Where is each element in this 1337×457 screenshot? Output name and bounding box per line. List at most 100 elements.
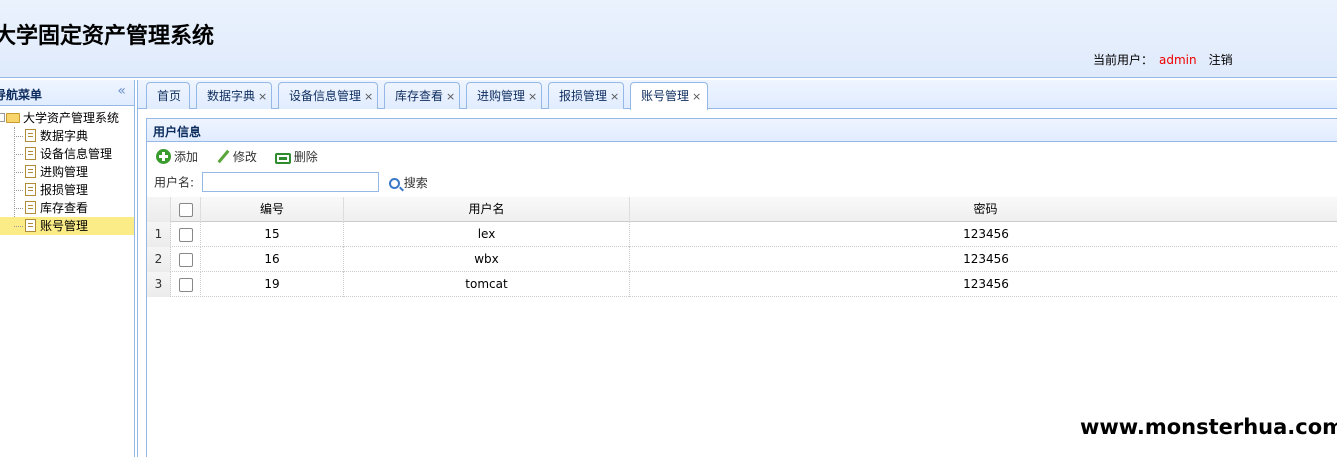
sidebar-title: 导航菜单 [0, 88, 43, 102]
document-icon [25, 183, 36, 196]
cell-id: 19 [201, 272, 344, 297]
cell-password: 123456 [963, 252, 1009, 266]
row-checkbox[interactable] [178, 277, 193, 292]
main-area: 首页 数据字典 × 设备信息管理 × 库存查看 × 进购管理 × 报损管理 × 账号管理 ×… [137, 80, 1337, 457]
row-select-cell [171, 272, 201, 297]
row-select-cell [171, 222, 201, 247]
logout-link[interactable]: 注销 [1209, 53, 1233, 67]
tab-label: 进购管理 [477, 89, 526, 103]
row-checkbox[interactable] [178, 227, 193, 242]
tab-accounts[interactable]: 账号管理 × [630, 82, 708, 110]
row-number-header [147, 197, 171, 222]
sidebar-item-damage[interactable]: 报损管理 [0, 181, 134, 199]
sidebar-item-inventory[interactable]: 库存查看 [0, 199, 134, 217]
panel-title: 用户信息 [153, 125, 202, 139]
column-header-id[interactable]: 编号 [201, 197, 344, 222]
column-header-username[interactable]: 用户名 [344, 197, 630, 222]
tab-label: 设备信息管理 [289, 89, 362, 103]
current-user-name: admin [1159, 53, 1197, 67]
tab-label: 库存查看 [395, 89, 444, 103]
close-icon[interactable]: × [446, 90, 455, 103]
sidebar-item-label: 设备信息管理 [40, 147, 113, 161]
close-icon[interactable]: × [364, 90, 373, 103]
username-search-label: 用户名: [154, 175, 195, 190]
search-bar: 用户名: 搜索 [154, 172, 428, 192]
search-button[interactable]: 搜索 [388, 175, 428, 190]
sidebar-item-label: 数据字典 [40, 129, 89, 143]
document-icon [25, 219, 36, 232]
tree-collapse-icon[interactable] [0, 113, 5, 122]
document-icon [25, 147, 36, 160]
tab-dictionary[interactable]: 数据字典 × [196, 82, 272, 109]
document-icon [25, 129, 36, 142]
sidebar-item-dictionary[interactable]: 数据字典 [0, 127, 134, 145]
document-icon [25, 165, 36, 178]
tab-label: 账号管理 [641, 89, 690, 103]
tab-inventory[interactable]: 库存查看 × [384, 82, 460, 109]
cell-id: 16 [201, 247, 344, 272]
sidebar-item-label: 报损管理 [40, 183, 89, 197]
tree-root-label: 大学资产管理系统 [23, 111, 120, 125]
pencil-icon [216, 150, 230, 164]
cell-username: tomcat [344, 272, 630, 297]
sidebar-item-equipment[interactable]: 设备信息管理 [0, 145, 134, 163]
sidebar-header: 导航菜单 « [0, 80, 134, 106]
panel-header: 用户信息 [146, 118, 1337, 142]
sidebar-item-label: 账号管理 [40, 219, 89, 233]
row-select-cell [171, 247, 201, 272]
toolbar: 添加 修改 删除 [156, 148, 332, 168]
username-search-input[interactable] [201, 172, 379, 192]
cell-password: 123456 [963, 227, 1009, 241]
user-table: 编号 用户名 密码 1 15 lex 123456 2 16 wbx 12345… [147, 197, 1337, 297]
app-header: 大学固定资产管理系统 当前用户： admin 注销 [0, 0, 1337, 78]
cell-password: 123456 [963, 277, 1009, 291]
sidebar-item-accounts[interactable]: 账号管理 [0, 217, 134, 235]
delete-icon [274, 153, 291, 164]
close-icon[interactable]: × [610, 90, 619, 103]
add-button[interactable]: 添加 [156, 148, 198, 165]
tab-label: 报损管理 [559, 89, 608, 103]
close-icon[interactable]: × [692, 90, 701, 103]
tree-root[interactable]: 大学资产管理系统 [0, 109, 134, 127]
row-checkbox[interactable] [178, 252, 193, 267]
row-number: 2 [147, 247, 171, 272]
user-bar: 当前用户： admin 注销 [1093, 51, 1233, 68]
table-header: 编号 用户名 密码 [147, 197, 1337, 222]
folder-icon [6, 113, 20, 123]
tab-label: 数据字典 [207, 89, 256, 103]
table-row[interactable]: 1 15 lex 123456 [147, 222, 1337, 247]
search-button-label: 搜索 [403, 175, 428, 190]
nav-tree: 大学资产管理系统 数据字典 设备信息管理 进购管理 报损管理 库存查看 账号管理 [0, 106, 134, 235]
app-title: 大学固定资产管理系统 [0, 24, 215, 49]
select-all-checkbox[interactable] [178, 202, 193, 217]
cell-id: 15 [201, 222, 344, 247]
add-icon [156, 149, 171, 164]
current-user-label: 当前用户： [1093, 53, 1154, 67]
cell-username: lex [344, 222, 630, 247]
sidebar-item-label: 进购管理 [40, 165, 89, 179]
watermark: www.monsterhua.com [1075, 404, 1337, 450]
select-all-cell [171, 197, 201, 222]
column-header-password[interactable]: 密码 [630, 197, 1337, 222]
tab-home[interactable]: 首页 [146, 82, 190, 109]
tab-damage[interactable]: 报损管理 × [548, 82, 624, 109]
row-number: 1 [147, 222, 171, 247]
tab-equipment[interactable]: 设备信息管理 × [278, 82, 378, 109]
close-icon[interactable]: × [528, 90, 537, 103]
row-number: 3 [147, 272, 171, 297]
add-button-label: 添加 [174, 150, 199, 164]
tab-bar: 首页 数据字典 × 设备信息管理 × 库存查看 × 进购管理 × 报损管理 × 账号管理 × [138, 80, 1337, 110]
tab-purchase[interactable]: 进购管理 × [466, 82, 542, 109]
table-row[interactable]: 2 16 wbx 123456 [147, 247, 1337, 272]
edit-button-label: 修改 [232, 150, 257, 164]
close-icon[interactable]: × [258, 90, 267, 103]
sidebar-item-label: 库存查看 [40, 201, 89, 215]
cell-username: wbx [344, 247, 630, 272]
double-chevron-left-icon[interactable]: « [117, 83, 126, 99]
sidebar: 导航菜单 « 大学资产管理系统 数据字典 设备信息管理 进购管理 报损管理 库存… [0, 80, 135, 457]
edit-button[interactable]: 修改 [216, 148, 257, 165]
sidebar-item-purchase[interactable]: 进购管理 [0, 163, 134, 181]
delete-button[interactable]: 删除 [274, 148, 318, 165]
table-row[interactable]: 3 19 tomcat 123456 [147, 272, 1337, 297]
search-icon [388, 177, 400, 189]
